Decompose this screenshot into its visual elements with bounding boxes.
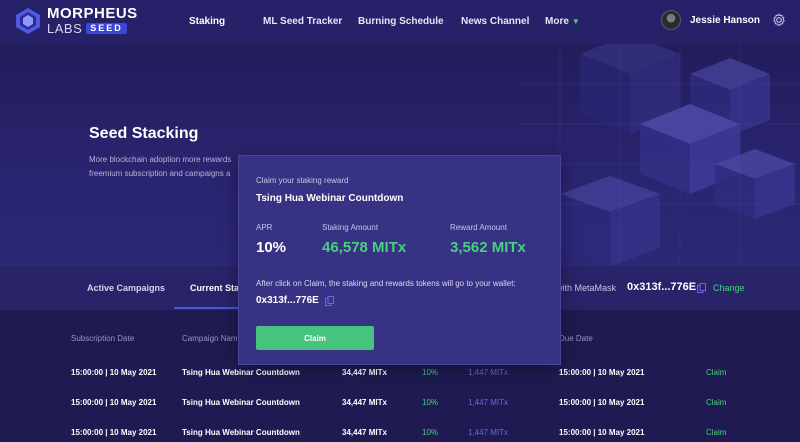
avatar[interactable] [660, 10, 681, 30]
metamask-label: with MetaMask [556, 283, 617, 293]
top-header: MORPHEUS LABS SEED Staking ML Seed Track… [0, 0, 800, 44]
modal-subtitle: Claim your staking reward [256, 176, 349, 185]
row-due-date: 15:00:00 | 10 May 2021 [559, 428, 645, 437]
logo-seed-badge: SEED [86, 23, 127, 34]
header-campaign-name: Campaign Nam [182, 334, 238, 343]
decorative-cubes-illustration [520, 44, 800, 266]
reward-amount-label: Reward Amount [450, 223, 507, 232]
row-due-date: 15:00:00 | 10 May 2021 [559, 368, 645, 377]
logo-hexagon-icon [14, 7, 42, 35]
logo-wordmark-labs: LABS [47, 21, 83, 36]
claim-reward-modal: Claim your staking reward Tsing Hua Webi… [238, 155, 561, 365]
row-apr: 10% [422, 428, 439, 437]
nav-news-channel[interactable]: News Channel [461, 16, 529, 27]
reward-amount-value: 3,562 MITx [450, 239, 526, 256]
hero-description: More blockchain adoption more rewards fr… [89, 153, 249, 181]
row-staking-amount: 34,447 MITx [342, 368, 387, 377]
row-reward: 1,447 MITx [468, 368, 509, 377]
tab-active-campaigns[interactable]: Active Campaigns [87, 283, 165, 293]
row-subscription-date: 15:00:00 | 10 May 2021 [71, 368, 157, 377]
row-apr: 10% [422, 398, 439, 407]
claim-button[interactable]: Claim [256, 326, 374, 350]
gear-icon[interactable] [772, 13, 786, 27]
user-menu[interactable]: Jessie Hanson [660, 10, 786, 30]
claim-note: After click on Claim, the staking and re… [256, 279, 516, 288]
modal-wallet-address: 0x313f...776E [256, 295, 319, 306]
row-subscription-date: 15:00:00 | 10 May 2021 [71, 428, 157, 437]
nav-more[interactable]: More ▼ [545, 16, 580, 27]
tab-current-stakes[interactable]: Current Stak [190, 283, 244, 293]
header-due-date: Due Date [559, 334, 593, 343]
wallet-address: 0x313f...776E [627, 281, 697, 293]
page-title: Seed Stacking [89, 125, 199, 142]
staking-amount-label: Staking Amount [322, 223, 379, 232]
copy-icon[interactable] [325, 296, 334, 306]
caret-down-icon: ▼ [571, 17, 580, 26]
row-claim-link[interactable]: Claim [706, 368, 726, 377]
row-campaign-name: Tsing Hua Webinar Countdown [182, 398, 300, 407]
nav-burning-schedule[interactable]: Burning Schedule [358, 16, 444, 27]
change-wallet-link[interactable]: Change [713, 283, 745, 293]
nav-more-label: More [545, 16, 569, 27]
active-tab-indicator [174, 307, 244, 309]
row-reward: 1,447 MITx [468, 398, 509, 407]
copy-icon[interactable] [697, 283, 706, 293]
row-due-date: 15:00:00 | 10 May 2021 [559, 398, 645, 407]
modal-title: Tsing Hua Webinar Countdown [256, 193, 404, 204]
row-subscription-date: 15:00:00 | 10 May 2021 [71, 398, 157, 407]
row-campaign-name: Tsing Hua Webinar Countdown [182, 428, 300, 437]
apr-value: 10% [256, 239, 287, 256]
row-staking-amount: 34,447 MITx [342, 398, 387, 407]
logo-wordmark-top: MORPHEUS [47, 5, 138, 22]
row-apr: 10% [422, 368, 439, 377]
row-claim-link[interactable]: Claim [706, 398, 726, 407]
row-staking-amount: 34,447 MITx [342, 428, 387, 437]
row-reward: 1,447 MITx [468, 428, 509, 437]
staking-amount-value: 46,578 MITx [322, 239, 407, 256]
header-subscription-date: Subscription Date [71, 334, 135, 343]
hero-description-line-2: freemium subscription and campaigns a [89, 169, 231, 178]
morpheus-labs-logo[interactable]: MORPHEUS LABS SEED [14, 6, 138, 35]
row-claim-link[interactable]: Claim [706, 428, 726, 437]
user-name: Jessie Hanson [689, 14, 760, 26]
nav-ml-seed-tracker[interactable]: ML Seed Tracker [263, 16, 342, 27]
nav-staking[interactable]: Staking [189, 16, 225, 27]
apr-label: APR [256, 223, 273, 232]
row-campaign-name: Tsing Hua Webinar Countdown [182, 368, 300, 377]
hero-description-line-1: More blockchain adoption more rewards [89, 155, 232, 164]
